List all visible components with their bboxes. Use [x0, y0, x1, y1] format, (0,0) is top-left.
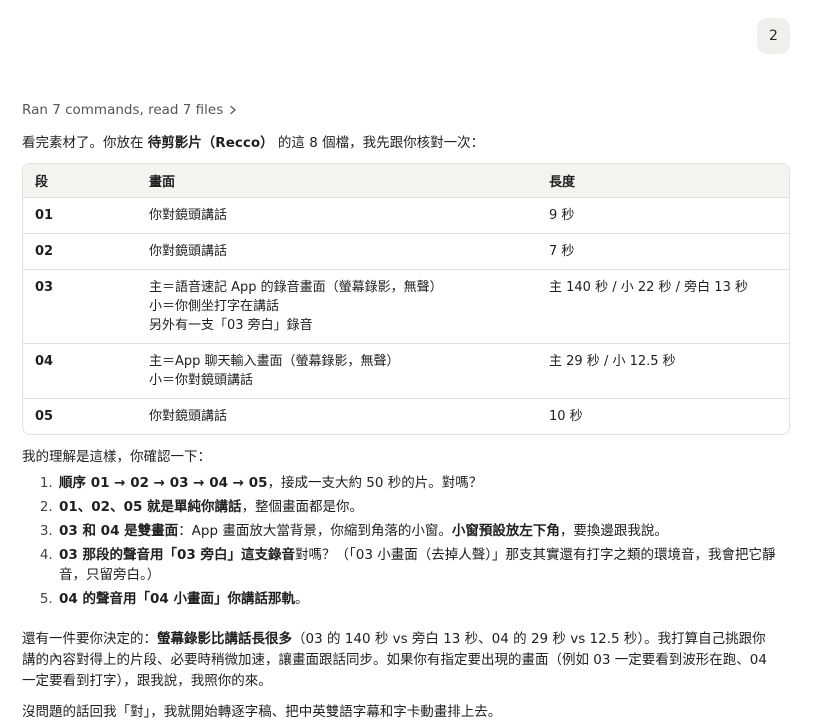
emphasis-text: 01、02、05 就是單純你講話: [59, 499, 242, 515]
emphasis-text: 03 和 04 是雙畫面: [59, 523, 179, 539]
emphasis-text: 小窗預設放左下角: [451, 523, 560, 539]
scene-line: 你對鏡頭講話: [149, 244, 228, 259]
understanding-list: 順序 01 → 02 → 03 → 04 → 05，接成一支大約 50 秒的片。…: [22, 473, 787, 613]
cell-length: 10 秒: [549, 409, 583, 424]
table-row: 05 你對鏡頭講話 10 秒: [23, 399, 789, 435]
tool-summary-toggle[interactable]: Ran 7 commands, read 7 files: [22, 102, 238, 118]
understanding-intro: 我的理解是這樣，你確認一下：: [22, 449, 211, 465]
scene-line: 你對鏡頭講話: [149, 208, 228, 223]
intro-paragraph: 看完素材了。你放在 待剪影片（Recco） 的這 8 個檔，我先跟你核對一次：: [22, 134, 484, 152]
scene-line: 小＝你側坐打字在講話: [149, 299, 280, 314]
scene-line: 主＝App 聊天輸入畫面（螢幕錄影，無聲）: [149, 354, 400, 369]
user-message-text: 2: [769, 28, 778, 44]
clips-table: 段 畫面 長度 01 你對鏡頭講話 9 秒 02 你對鏡頭講話 7 秒 03 主＝語音速記 A…: [22, 163, 790, 435]
intro-folder-name: 待剪影片（Recco）: [147, 135, 274, 151]
scene-line: 另外有一支「03 旁白」錄音: [149, 318, 313, 333]
cell-scene: 主＝語音速記 App 的錄音畫面（螢幕錄影，無聲） 小＝你側坐打字在講話另外有一支…: [137, 269, 537, 344]
cell-length: 9 秒: [537, 197, 789, 234]
closing-paragraph: 沒問題的話回我「對」，我就開始轉逐字稿、把中英雙語字幕和字卡動畫排上去。: [22, 704, 502, 720]
tool-summary-label: Ran 7 commands, read 7 files: [22, 102, 224, 118]
header-scene: 畫面: [137, 164, 537, 198]
scene-line: 你對鏡頭講話: [149, 409, 228, 424]
item-text: ，整個畫面都是你。: [241, 499, 364, 515]
cell-segment: 04: [23, 343, 137, 399]
scene-line: 小＝你對鏡頭講話: [149, 373, 254, 388]
header-segment: 段: [23, 164, 137, 198]
understanding-item: 03 那段的聲音用「03 旁白」這支錄音對嗎？（「03 小畫面（去掉人聲）」那支…: [57, 545, 787, 585]
cell-scene: 你對鏡頭講話: [137, 233, 537, 270]
chevron-right-icon: [230, 105, 236, 115]
scene-line: 主＝語音速記 App 的錄音畫面（螢幕錄影，無聲）: [149, 280, 443, 295]
table-row: 01 你對鏡頭講話 9 秒: [23, 197, 789, 234]
item-text: 。: [294, 591, 309, 607]
table-header-row: 段 畫面 長度: [23, 164, 789, 198]
item-text: ：App 畫面放大當背景，你縮到角落的小窗。: [178, 523, 452, 539]
intro-pre: 看完素材了。你放在: [22, 135, 148, 151]
table-row: 03 主＝語音速記 App 的錄音畫面（螢幕錄影，無聲） 小＝你側坐打字在講話另外有…: [23, 269, 789, 344]
emphasis-text: 03 那段的聲音用「03 旁白」這支錄音: [59, 547, 295, 563]
understanding-item: 順序 01 → 02 → 03 → 04 → 05，接成一支大約 50 秒的片。…: [57, 473, 787, 493]
header-length: 長度: [537, 164, 789, 198]
user-message-bubble: 2: [757, 18, 790, 54]
cell-segment: 02: [23, 233, 137, 270]
paragraph-text: 還有一件要你決定的：: [22, 631, 157, 647]
emphasis-text: 螢幕錄影比講話長很多: [157, 631, 292, 647]
decision-paragraph: 還有一件要你決定的：螢幕錄影比講話長很多（03 的 140 秒 vs 旁白 13…: [22, 629, 768, 692]
emphasis-text: 順序 01 → 02 → 03 → 04 → 05: [59, 475, 268, 491]
understanding-item: 01、02、05 就是單純你講話，整個畫面都是你。: [57, 497, 787, 517]
cell-segment: 03: [23, 269, 137, 344]
table-row: 02 你對鏡頭講話 7 秒: [23, 233, 789, 270]
intro-post: 的這 8 個檔，我先跟你核對一次：: [273, 135, 485, 151]
cell-segment: 05: [35, 409, 54, 424]
emphasis-text: 04 的聲音用「04 小畫面」你講話那軌: [59, 591, 295, 607]
cell-length: 主 29 秒 / 小 12.5 秒: [537, 343, 789, 399]
item-text: ，要換邊跟我說。: [559, 523, 668, 539]
cell-segment: 01: [23, 197, 137, 234]
item-text: ，接成一支大約 50 秒的片。對嗎？: [267, 475, 483, 491]
cell-length: 主 140 秒 / 小 22 秒 / 旁白 13 秒: [537, 269, 789, 344]
cell-length: 7 秒: [537, 233, 789, 270]
understanding-item: 04 的聲音用「04 小畫面」你講話那軌。: [57, 589, 787, 609]
cell-scene: 你對鏡頭講話: [137, 197, 537, 234]
cell-scene: 你對鏡頭講話: [137, 399, 537, 435]
table-row: 04 主＝App 聊天輸入畫面（螢幕錄影，無聲） 小＝你對鏡頭講話 主 29 秒 / …: [23, 343, 789, 399]
cell-scene: 主＝App 聊天輸入畫面（螢幕錄影，無聲） 小＝你對鏡頭講話: [137, 343, 537, 399]
understanding-item: 03 和 04 是雙畫面：App 畫面放大當背景，你縮到角落的小窗。小窗預設放左…: [57, 521, 787, 541]
